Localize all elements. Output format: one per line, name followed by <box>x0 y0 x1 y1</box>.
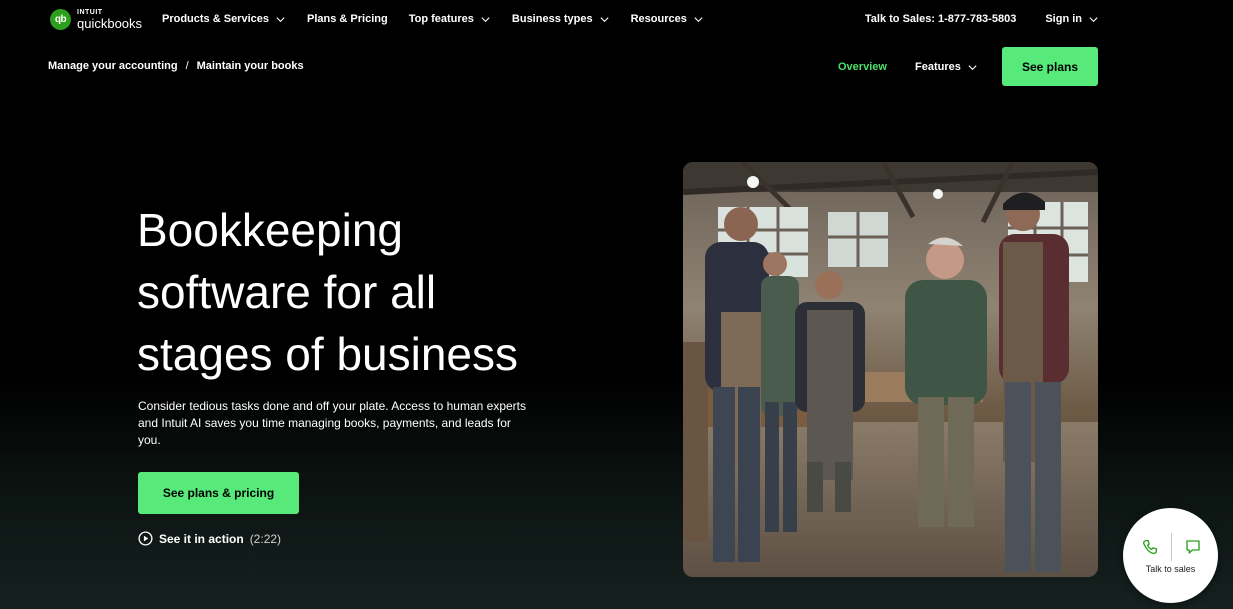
chevron-down-icon <box>694 16 703 22</box>
see-it-in-action-link[interactable]: See it in action (2:22) <box>138 531 281 546</box>
hero-description: Consider tedious tasks done and off your… <box>138 399 527 447</box>
breadcrumb: Manage your accounting / Maintain your b… <box>48 60 304 72</box>
top-navigation: qb INTUIT quickbooks Products & Services… <box>0 0 1233 40</box>
nav-business-types[interactable]: Business types <box>512 13 610 25</box>
video-label: See it in action <box>159 531 244 546</box>
quickbooks-logo[interactable]: qb INTUIT quickbooks <box>50 9 142 30</box>
see-plans-pricing-button[interactable]: See plans & pricing <box>138 472 299 514</box>
breadcrumb-manage-accounting[interactable]: Manage your accounting <box>48 60 178 72</box>
subnav-features-label: Features <box>915 61 961 73</box>
chevron-down-icon <box>1089 16 1098 22</box>
video-duration: (2:22) <box>249 531 282 546</box>
nav-products-services-label: Products & Services <box>162 13 269 25</box>
chevron-down-icon <box>968 64 977 70</box>
logo-wordmark: INTUIT quickbooks <box>77 9 142 30</box>
chevron-down-icon <box>481 16 490 22</box>
breadcrumb-separator: / <box>185 60 189 72</box>
hero-title-line: software for all <box>137 266 437 318</box>
sign-in-label: Sign in <box>1045 13 1082 25</box>
chat-icon[interactable] <box>1184 538 1202 556</box>
workshop-photo-illustration <box>683 162 1098 577</box>
logo-intuit-text: INTUIT <box>77 9 103 16</box>
nav-plans-pricing-label: Plans & Pricing <box>307 13 388 25</box>
hero-title-line: stages of business <box>137 328 519 380</box>
chevron-down-icon <box>276 16 285 22</box>
subnav-features-menu[interactable]: Features <box>915 61 978 73</box>
nav-top-features[interactable]: Top features <box>409 13 491 25</box>
subnav-overview-link[interactable]: Overview <box>838 61 887 73</box>
play-circle-icon <box>138 531 153 546</box>
sign-in-menu[interactable]: Sign in <box>1045 13 1099 25</box>
main-menu: Products & Services Plans & Pricing Top … <box>162 13 725 25</box>
see-plans-button[interactable]: See plans <box>1002 47 1098 86</box>
nav-top-features-label: Top features <box>408 13 474 25</box>
nav-products-services[interactable]: Products & Services <box>162 13 286 25</box>
talk-to-sales-phone-link[interactable]: Talk to Sales: 1-877-783-5803 <box>865 13 1016 25</box>
sales-phone-label: Talk to Sales: 1-877-783-5803 <box>864 13 1017 25</box>
widget-icons <box>1141 533 1202 561</box>
widget-divider <box>1171 533 1172 561</box>
hero-title-line: Bookkeeping <box>137 204 403 256</box>
phone-icon[interactable] <box>1141 538 1159 556</box>
hero-image-workshop-team <box>683 162 1098 577</box>
talk-to-sales-label: Talk to sales <box>1145 564 1196 574</box>
nav-plans-pricing[interactable]: Plans & Pricing <box>307 13 388 25</box>
hero-title: Bookkeeping software for all stages of b… <box>137 199 557 385</box>
talk-to-sales-widget[interactable]: Talk to sales <box>1123 508 1218 603</box>
nav-resources[interactable]: Resources <box>631 13 704 25</box>
logo-quickbooks-text: quickbooks <box>77 16 143 31</box>
breadcrumb-maintain-books[interactable]: Maintain your books <box>197 60 304 72</box>
nav-resources-label: Resources <box>630 13 687 25</box>
nav-right: Talk to Sales: 1-877-783-5803 Sign in <box>865 13 1099 25</box>
nav-business-types-label: Business types <box>511 13 593 25</box>
chevron-down-icon <box>600 16 609 22</box>
quickbooks-logo-icon: qb <box>50 9 71 30</box>
